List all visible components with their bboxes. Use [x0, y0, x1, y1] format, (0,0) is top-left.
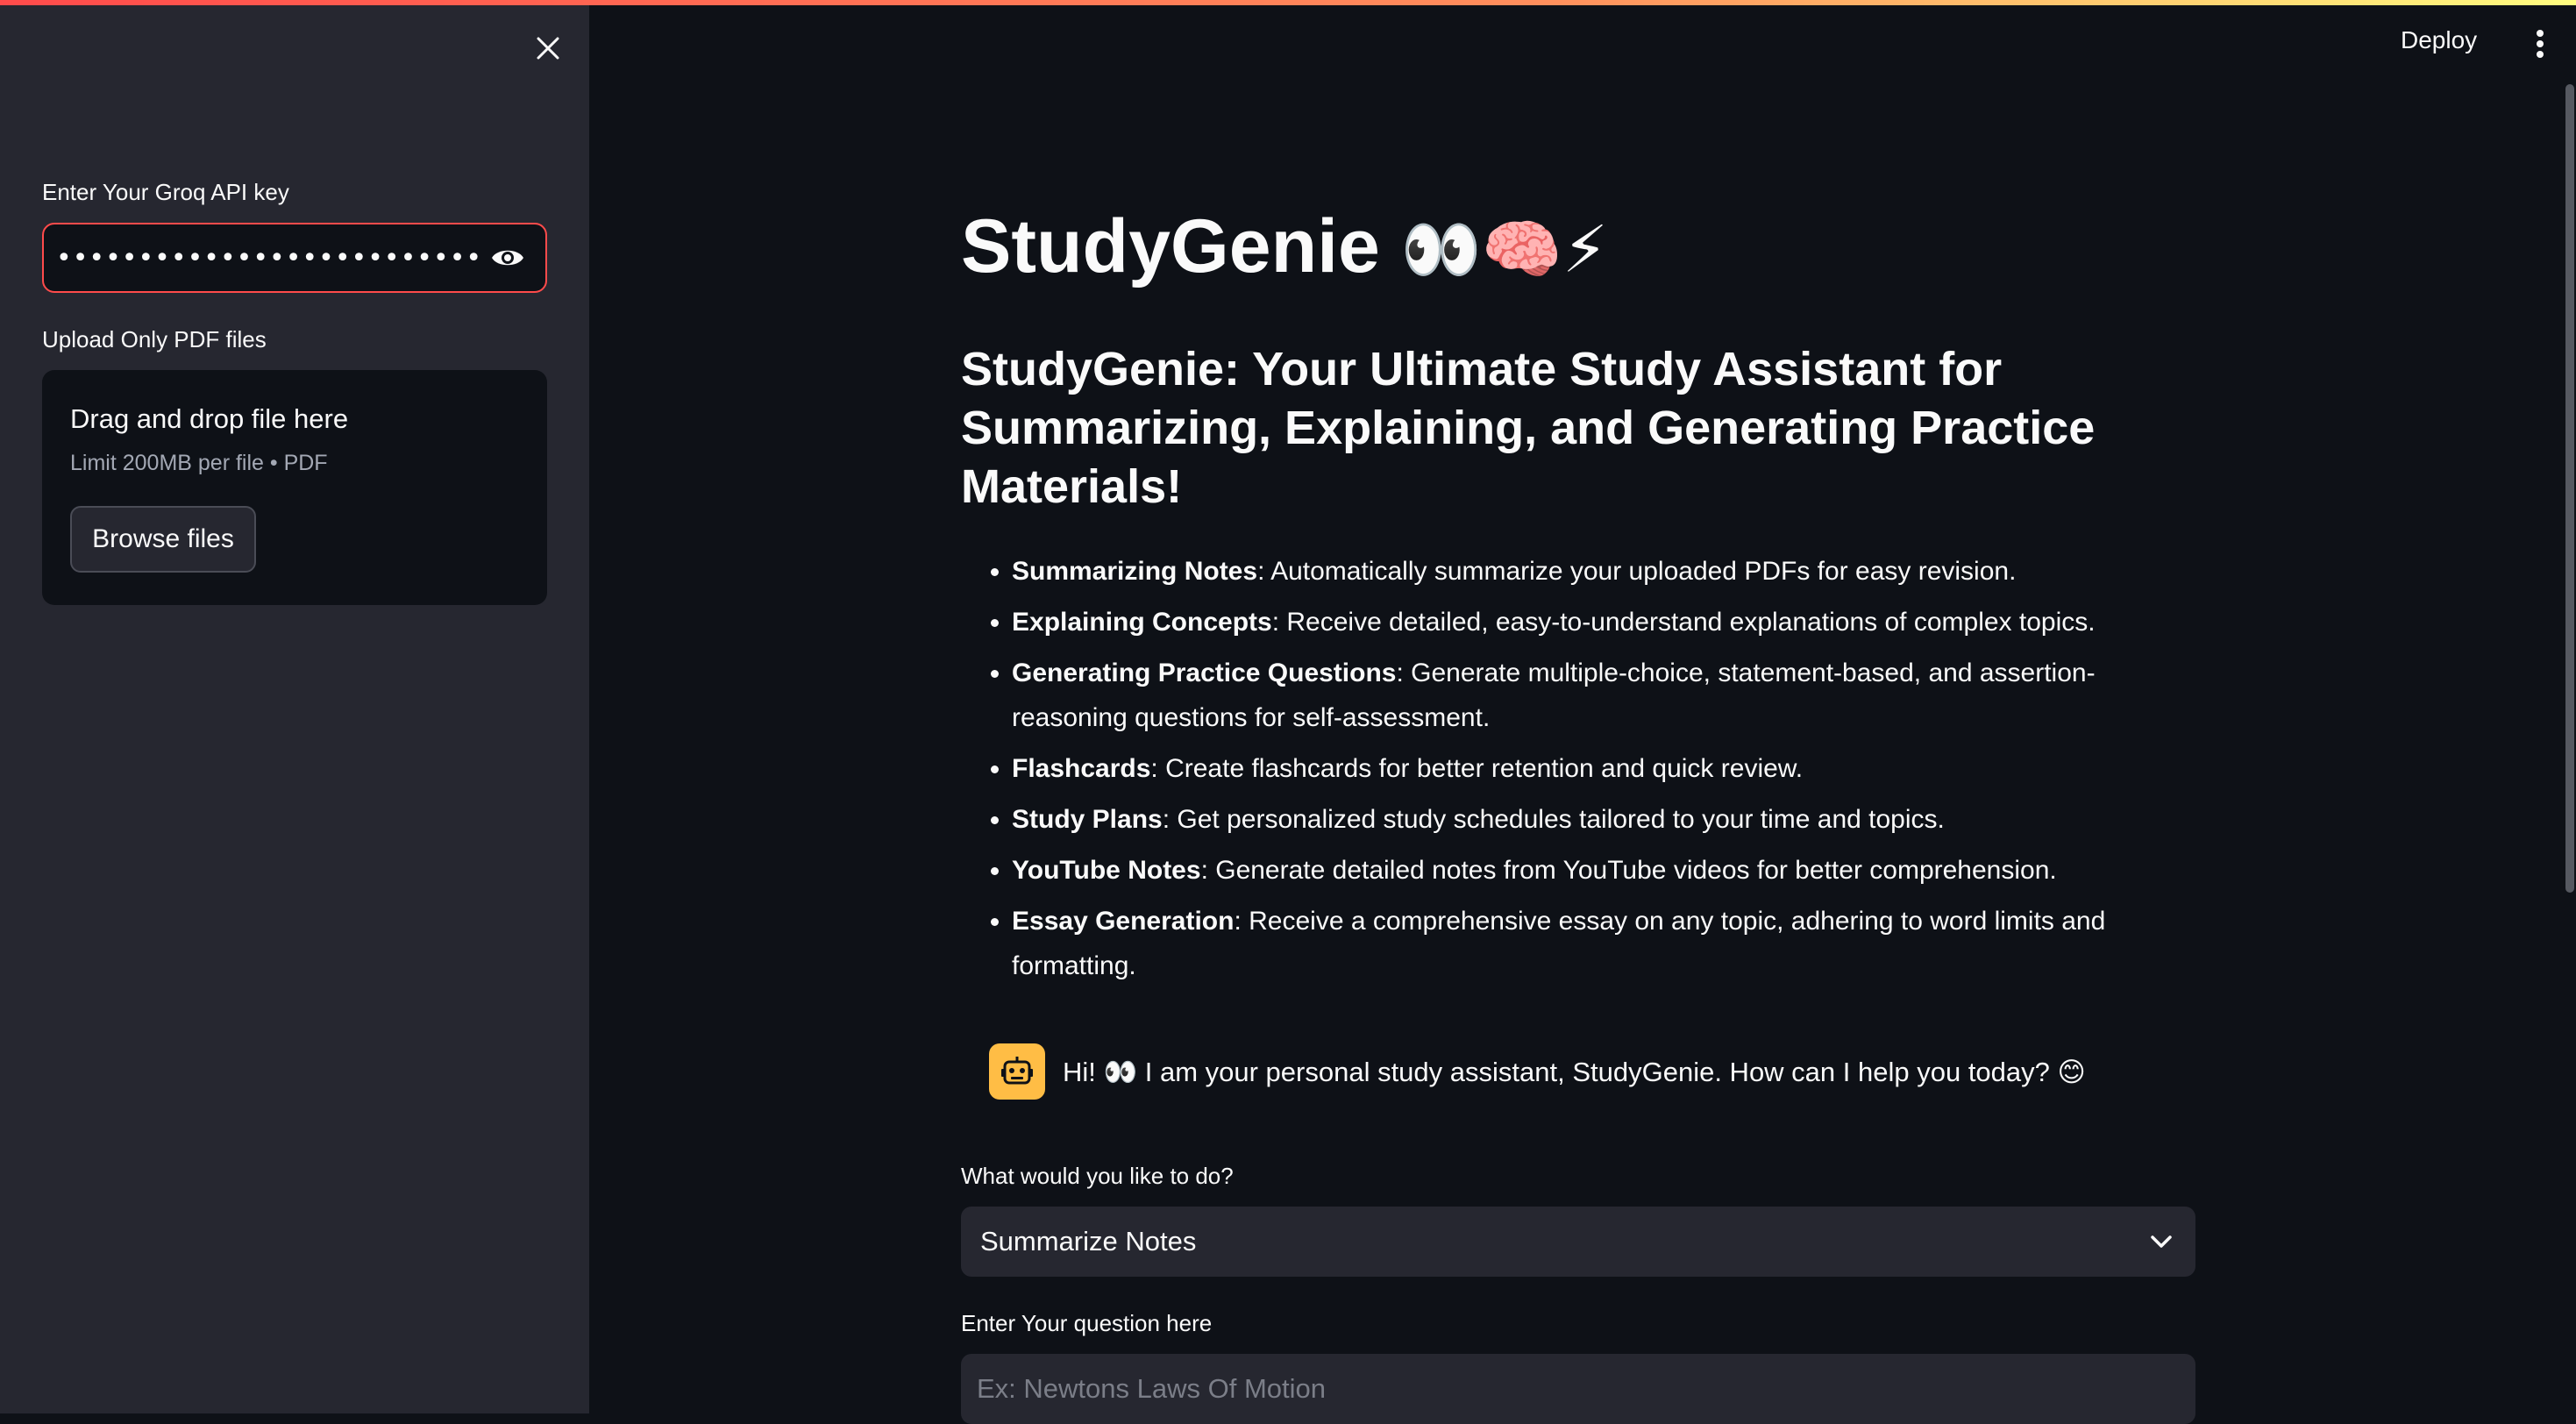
- action-select-label: What would you like to do?: [961, 1163, 1234, 1189]
- file-dropzone[interactable]: Drag and drop file here Limit 200MB per …: [42, 370, 547, 605]
- kebab-dot-icon: [2537, 40, 2544, 47]
- feature-desc: : Automatically summarize your uploaded …: [1257, 557, 2017, 586]
- dropzone-limit: Limit 200MB per file • PDF: [70, 451, 328, 475]
- chat-greeting-body: I am your personal study assistant, Stud…: [1137, 1056, 2058, 1087]
- chevron-down-icon: [2151, 1235, 2172, 1248]
- kebab-dot-icon: [2537, 51, 2544, 58]
- feature-desc: : Create flashcards for better retention…: [1150, 754, 1804, 783]
- main-menu-button[interactable]: [2525, 26, 2555, 61]
- avatar: [989, 1043, 1045, 1100]
- smile-emoji: 😊: [2057, 1056, 2086, 1088]
- feature-name: Study Plans: [1012, 805, 1163, 834]
- action-select[interactable]: Summarize Notes: [961, 1207, 2195, 1277]
- feature-list: Summarizing Notes: Automatically summari…: [961, 549, 2188, 994]
- close-sidebar-button[interactable]: [530, 30, 566, 67]
- question-input-label: Enter Your question here: [961, 1310, 1213, 1336]
- api-key-label: Enter Your Groq API key: [42, 179, 289, 205]
- chat-message: Hi! 👀 I am your personal study assistant…: [989, 1043, 2086, 1100]
- eyes-emoji: 👀: [1103, 1056, 1138, 1088]
- page-scrollbar[interactable]: [2565, 84, 2574, 893]
- list-item: Flashcards: Create flashcards for better…: [1012, 746, 2188, 791]
- chat-greeting-prefix: Hi!: [1063, 1056, 1104, 1087]
- eye-icon: [492, 250, 523, 266]
- sidebar: Enter Your Groq API key ••••••••••••••••…: [0, 0, 589, 1413]
- feature-name: Generating Practice Questions: [1012, 659, 1397, 687]
- browse-files-button[interactable]: Browse files: [70, 506, 256, 573]
- page-title-text: StudyGenie: [961, 204, 1380, 288]
- feature-desc: : Receive detailed, easy-to-understand e…: [1271, 608, 2096, 637]
- list-item: Summarizing Notes: Automatically summari…: [1012, 549, 2188, 594]
- feature-name: Essay Generation: [1012, 907, 1235, 936]
- main-content: StudyGenie 👀🧠⚡ StudyGenie: Your Ultimate…: [961, 0, 2195, 1424]
- feature-name: Explaining Concepts: [1012, 608, 1272, 637]
- feature-name: Flashcards: [1012, 754, 1151, 783]
- upload-label: Upload Only PDF files: [42, 326, 267, 352]
- deploy-button[interactable]: Deploy: [2401, 26, 2477, 54]
- list-item: Study Plans: Get personalized study sche…: [1012, 797, 2188, 842]
- top-decoration-bar: [0, 0, 2576, 5]
- list-item: Generating Practice Questions: Generate …: [1012, 651, 2188, 740]
- robot-icon: [1001, 1057, 1033, 1085]
- chat-message-text: Hi! 👀 I am your personal study assistant…: [1063, 1056, 2086, 1088]
- list-item: Essay Generation: Receive a comprehensiv…: [1012, 899, 2188, 988]
- feature-desc: : Get personalized study schedules tailo…: [1162, 805, 1945, 834]
- show-password-button[interactable]: [486, 236, 530, 280]
- page-title: StudyGenie 👀🧠⚡: [961, 203, 1608, 290]
- page-subtitle: StudyGenie: Your Ultimate Study Assistan…: [961, 343, 2096, 513]
- close-icon: [537, 37, 559, 60]
- api-key-input[interactable]: ••••••••••••••••••••••••••••••••••••••••…: [42, 223, 547, 293]
- action-select-value: Summarize Notes: [980, 1226, 1197, 1257]
- kebab-dot-icon: [2537, 30, 2544, 37]
- feature-name: Summarizing Notes: [1012, 557, 1258, 586]
- feature-name: YouTube Notes: [1012, 856, 1201, 885]
- question-input[interactable]: [961, 1354, 2195, 1424]
- api-key-value[interactable]: ••••••••••••••••••••••••••••••••••••••••…: [56, 243, 486, 274]
- title-emojis: 👀🧠⚡: [1400, 212, 1609, 288]
- list-item: YouTube Notes: Generate detailed notes f…: [1012, 848, 2188, 893]
- feature-desc: : Generate detailed notes from YouTube v…: [1200, 856, 2057, 885]
- dropzone-title: Drag and drop file here: [70, 403, 349, 434]
- list-item: Explaining Concepts: Receive detailed, e…: [1012, 600, 2188, 644]
